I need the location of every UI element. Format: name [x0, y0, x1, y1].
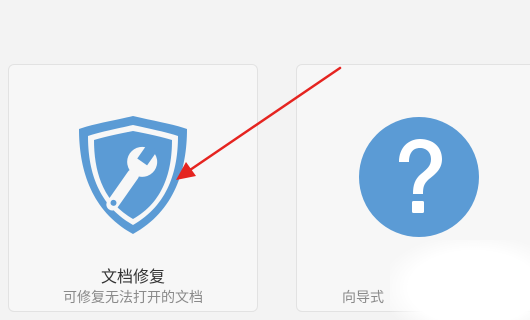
question-mark-icon — [357, 115, 481, 239]
document-repair-card[interactable]: 文档修复 可修复无法打开的文档 — [8, 64, 258, 312]
card-description: 可修复无法打开的文档 — [63, 290, 203, 306]
shield-wrench-icon — [76, 113, 190, 237]
app-canvas: 文档修复 可修复无法打开的文档 向导式 — [0, 0, 530, 320]
card-title: 文档修复 — [100, 267, 165, 286]
card-description: 向导式 — [342, 290, 384, 306]
wizard-card[interactable]: 向导式 — [296, 64, 530, 312]
